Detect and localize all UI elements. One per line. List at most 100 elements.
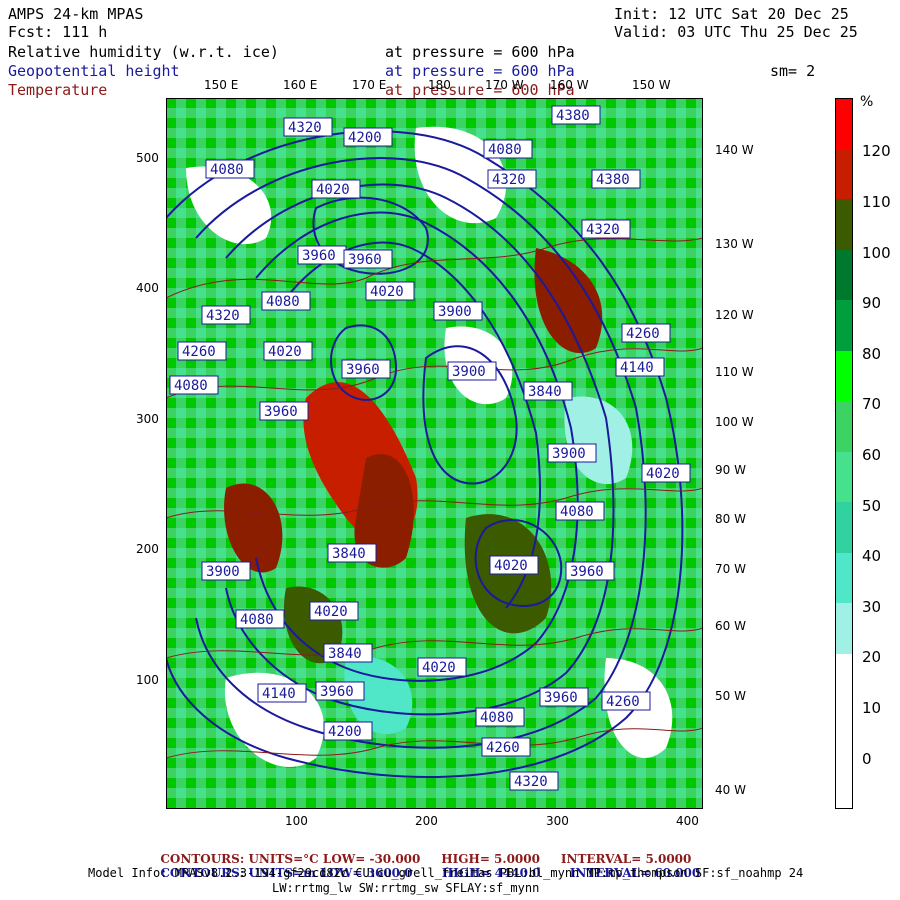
field-temp-level: at pressure = 600 hPa: [385, 81, 575, 99]
colorbar-label: 110: [862, 193, 891, 211]
contour-label: 4320: [586, 222, 620, 238]
contour-label: 4320: [288, 120, 322, 136]
lon-label-top: 150 W: [632, 78, 671, 92]
contour-label: 4260: [486, 740, 520, 756]
lon-label-top: 170 E: [352, 78, 387, 92]
field-height-level: at pressure = 600 hPa: [385, 62, 575, 80]
contour-label: 4320: [492, 172, 526, 188]
lon-label-top: 160 E: [283, 78, 318, 92]
lon-label-top: 150 E: [204, 78, 239, 92]
model-title: AMPS 24-km MPAS: [8, 5, 144, 23]
colorbar-label: 90: [862, 294, 882, 312]
colorbar-band: [835, 401, 853, 452]
colorbar-band: [835, 452, 853, 502]
contour-label: 4080: [480, 710, 514, 726]
contour-label: 4260: [182, 344, 216, 360]
contour-label: 4200: [348, 130, 382, 146]
contour-label: 4080: [210, 162, 244, 178]
contour-label: 4320: [514, 774, 548, 790]
contour-label: 4320: [206, 308, 240, 324]
contour-label: 3900: [452, 364, 486, 380]
contour-label: 4020: [370, 284, 404, 300]
colorbar-band: [835, 300, 853, 351]
contour-label: 4140: [620, 360, 654, 376]
lon-label-top: 160 W: [550, 78, 589, 92]
contour-label: 3960: [264, 404, 298, 420]
y-tick: 100: [136, 673, 159, 687]
lon-label-top: 170 W: [485, 78, 524, 92]
lon-label-right: 140 W: [715, 143, 754, 157]
contour-label: 3900: [206, 564, 240, 580]
colorbar-label: 60: [862, 446, 882, 464]
lon-label-right: 50 W: [715, 689, 746, 703]
contour-label: 4260: [606, 694, 640, 710]
contour-label: 4080: [174, 378, 208, 394]
y-tick: 400: [136, 281, 159, 295]
contour-label: 4020: [494, 558, 528, 574]
colorbar: [835, 98, 853, 809]
lon-label-right: 80 W: [715, 512, 746, 526]
colorbar-unit: %: [860, 94, 874, 110]
colorbar-band: [835, 351, 853, 401]
colorbar-band: [835, 250, 853, 300]
contour-label: 3840: [528, 384, 562, 400]
lon-label-right: 70 W: [715, 562, 746, 576]
contour-label: 4260: [626, 326, 660, 342]
colorbar-band: [835, 654, 853, 809]
contour-label: 4020: [314, 604, 348, 620]
contour-label: 4200: [328, 724, 362, 740]
field-height-name: Geopotential height: [8, 62, 180, 80]
smoothing-label: sm= 2: [770, 62, 816, 80]
contour-label: 3900: [552, 446, 586, 462]
colorbar-band: [835, 98, 853, 149]
contour-label: 3900: [438, 304, 472, 320]
x-tick: 100: [285, 814, 308, 828]
lon-label-top: 180: [428, 78, 451, 92]
lon-label-right: 110 W: [715, 365, 754, 379]
model-info-line1: Model Info: MPASv8.2.3-194-gf29cd82c CU:…: [88, 866, 804, 880]
contour-label: 3960: [544, 690, 578, 706]
model-info-line2: LW:rrtmg_lw SW:rrtmg_sw SFLAY:sf_mynn: [272, 881, 540, 895]
contour-label: 4020: [422, 660, 456, 676]
colorbar-band: [835, 502, 853, 553]
lon-label-right: 120 W: [715, 308, 754, 322]
colorbar-label: 70: [862, 395, 882, 413]
init-time: Init: 12 UTC Sat 20 Dec 25: [614, 5, 849, 23]
colorbar-label: 0: [862, 750, 872, 768]
field-rh-level: at pressure = 600 hPa: [385, 43, 575, 61]
x-tick: 200: [415, 814, 438, 828]
contour-label: 3840: [328, 646, 362, 662]
colorbar-band: [835, 149, 853, 199]
x-tick: 300: [546, 814, 569, 828]
colorbar-band: [835, 603, 853, 654]
colorbar-label: 50: [862, 497, 882, 515]
contour-label: 4380: [596, 172, 630, 188]
colorbar-label: 20: [862, 648, 882, 666]
lon-label-right: 90 W: [715, 463, 746, 477]
lon-label-right: 40 W: [715, 783, 746, 797]
contour-label: 3840: [332, 546, 366, 562]
forecast-hour: Fcst: 111 h: [8, 23, 108, 41]
lon-label-right: 100 W: [715, 415, 754, 429]
contour-label: 3960: [570, 564, 604, 580]
colorbar-label: 30: [862, 598, 882, 616]
field-rh-name: Relative humidity (w.r.t. ice): [8, 43, 279, 61]
colorbar-label: 80: [862, 345, 882, 363]
colorbar-label: 40: [862, 547, 882, 565]
valid-time: Valid: 03 UTC Thu 25 Dec 25: [614, 23, 858, 41]
contour-label: 4080: [240, 612, 274, 628]
contour-label: 4080: [266, 294, 300, 310]
contour-label: 3960: [320, 684, 354, 700]
contour-label: 4140: [262, 686, 296, 702]
contour-label: 3960: [348, 252, 382, 268]
contour-label: 3960: [346, 362, 380, 378]
lon-label-right: 60 W: [715, 619, 746, 633]
contour-label: 4080: [560, 504, 594, 520]
y-tick: 300: [136, 412, 159, 426]
x-tick: 400: [676, 814, 699, 828]
colorbar-band: [835, 199, 853, 250]
y-tick: 200: [136, 542, 159, 556]
contour-label: 3960: [302, 248, 336, 264]
contour-label: 4020: [268, 344, 302, 360]
colorbar-label: 120: [862, 142, 891, 160]
